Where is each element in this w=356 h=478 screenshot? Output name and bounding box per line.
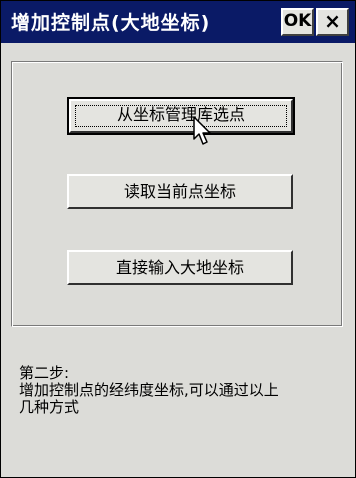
instruction-line-1: 增加控制点的经纬度坐标,可以通过以上 [19, 381, 279, 399]
instruction-text: 第二步: 增加控制点的经纬度坐标,可以通过以上 几种方式 [19, 365, 349, 416]
instruction-step: 第二步: [19, 364, 70, 382]
read-current-point-label: 读取当前点坐标 [123, 182, 236, 201]
close-button[interactable]: × [316, 8, 349, 36]
select-from-coord-manager-button[interactable]: 从坐标管理库选点 [67, 97, 295, 135]
mouse-pointer-icon [193, 116, 211, 145]
read-current-point-button[interactable]: 读取当前点坐标 [67, 174, 293, 209]
direct-input-geodetic-button[interactable]: 直接输入大地坐标 [67, 250, 293, 285]
ok-button[interactable]: OK [281, 8, 314, 36]
select-from-coord-manager-label: 从坐标管理库选点 [116, 105, 245, 124]
direct-input-geodetic-label: 直接输入大地坐标 [115, 258, 244, 277]
window-title: 增加控制点(大地坐标) [11, 12, 211, 34]
dialog-window: 增加控制点(大地坐标) OK × 从坐标管理库选点 读取当前点坐标 直接输入大地… [0, 0, 356, 478]
title-bar: 增加控制点(大地坐标) OK × [1, 1, 355, 43]
instruction-line-2: 几种方式 [19, 398, 80, 416]
